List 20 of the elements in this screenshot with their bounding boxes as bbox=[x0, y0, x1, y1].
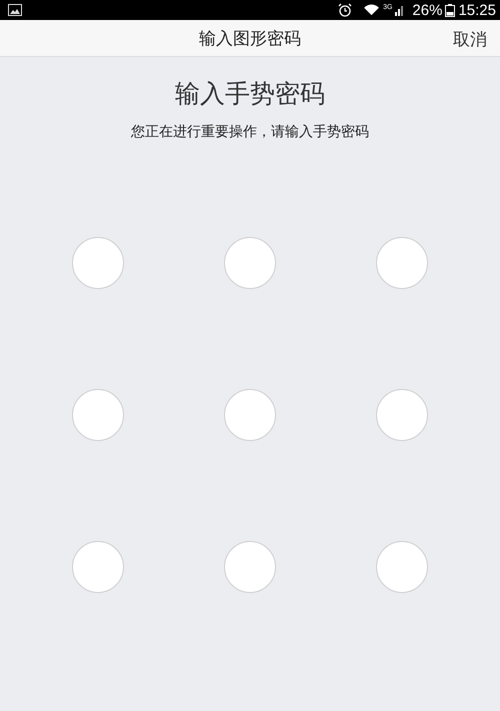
battery-icon bbox=[445, 4, 456, 16]
pattern-dot[interactable] bbox=[224, 541, 276, 593]
page-title: 输入图形密码 bbox=[199, 28, 301, 50]
instruction-text: 您正在进行重要操作，请输入手势密码 bbox=[130, 123, 370, 142]
wifi-icon bbox=[363, 4, 380, 16]
pattern-dot[interactable] bbox=[224, 237, 276, 289]
pattern-dot[interactable] bbox=[376, 237, 428, 289]
battery-percent: 26% bbox=[412, 2, 442, 18]
pattern-dot[interactable] bbox=[376, 389, 428, 441]
alarm-icon bbox=[338, 3, 352, 17]
heading: 输入手势密码 bbox=[174, 78, 326, 110]
pattern-dot[interactable] bbox=[72, 389, 124, 441]
image-icon bbox=[8, 4, 22, 16]
clock-time: 15:25 bbox=[458, 2, 496, 18]
pattern-dot[interactable] bbox=[72, 237, 124, 289]
pattern-dot[interactable] bbox=[224, 389, 276, 441]
pattern-dot[interactable] bbox=[376, 541, 428, 593]
signal-icon bbox=[395, 4, 406, 16]
cancel-button[interactable]: 取消 bbox=[451, 26, 489, 53]
pattern-dot[interactable] bbox=[72, 541, 124, 593]
